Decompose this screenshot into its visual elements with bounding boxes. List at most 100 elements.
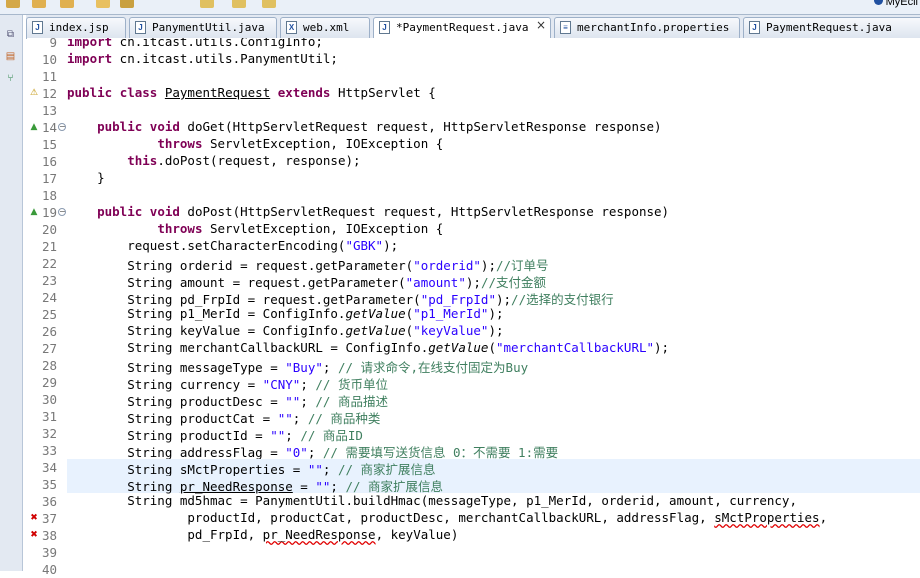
nav-arrow-icon[interactable] xyxy=(262,0,276,8)
override-marker-icon[interactable]: ▲ xyxy=(28,122,40,133)
code-token: "" xyxy=(285,394,301,409)
code-line[interactable]: import cn.itcast.utils.ConfigInfo; xyxy=(67,38,920,51)
code-token: cn.itcast.utils.ConfigInfo; xyxy=(112,38,323,49)
tab-merchantinfo-properties[interactable]: ≡ merchantInfo.properties xyxy=(554,17,740,38)
open-folder-icon[interactable] xyxy=(32,0,46,8)
code-line[interactable]: String productCat = ""; // 商品种类 xyxy=(67,408,920,426)
code-line[interactable]: String productId = ""; // 商品ID xyxy=(67,425,920,443)
code-line[interactable]: String currency = "CNY"; // 货币单位 xyxy=(67,374,920,392)
code-token: "amount" xyxy=(405,275,466,290)
code-line[interactable]: String keyValue = ConfigInfo.getValue("k… xyxy=(67,323,920,340)
code-token: cn.itcast.utils.PanymentUtil; xyxy=(112,51,338,66)
code-line[interactable]: throws ServletException, IOException { xyxy=(67,136,920,153)
code-token: import xyxy=(67,38,113,49)
code-line[interactable]: String orderid = request.getParameter("o… xyxy=(67,255,920,273)
code-line[interactable]: throws ServletException, IOException { xyxy=(67,221,920,238)
tab-label: PanymentUtil.java xyxy=(152,21,265,34)
code-line[interactable]: public class PaymentRequest extends Http… xyxy=(67,85,920,102)
code-line[interactable] xyxy=(67,544,920,561)
fold-toggle-icon[interactable]: − xyxy=(58,123,66,131)
run-dropdown-icon[interactable] xyxy=(120,0,134,8)
fold-toggle-icon[interactable]: − xyxy=(58,208,66,216)
code-token: extends xyxy=(277,85,331,100)
xml-file-icon: X xyxy=(286,21,297,34)
line-number: 30 xyxy=(41,392,57,407)
line-number: 18 xyxy=(41,188,57,203)
code-token: ServletException, IOException { xyxy=(202,136,444,151)
code-token: String merchantCallbackURL = ConfigInfo. xyxy=(67,340,429,355)
new-file-icon[interactable] xyxy=(6,0,20,8)
code-line[interactable]: String merchantCallbackURL = ConfigInfo.… xyxy=(67,340,920,357)
code-token: "" xyxy=(270,428,286,443)
code-token: void xyxy=(149,119,180,134)
code-token: doGet(HttpServletRequest request, HttpSe… xyxy=(179,119,662,134)
code-line[interactable] xyxy=(67,102,920,119)
code-token: pr_NeedResponse xyxy=(179,479,293,494)
java-file-icon: J xyxy=(135,21,146,34)
code-line[interactable]: } xyxy=(67,170,920,187)
code-token: ; xyxy=(330,479,346,494)
line-number: 39 xyxy=(41,545,57,560)
edit-pencil-icon[interactable] xyxy=(96,0,110,8)
code-token: // 商品种类 xyxy=(307,411,381,426)
code-line[interactable]: String sMctProperties = ""; // 商家扩展信息 xyxy=(67,459,920,477)
line-number: 32 xyxy=(41,426,57,441)
error-marker-icon[interactable]: ✖ xyxy=(28,513,40,524)
override-marker-icon[interactable]: ▲ xyxy=(28,207,40,218)
line-number: 21 xyxy=(41,239,57,254)
code-line[interactable]: import cn.itcast.utils.PanymentUtil; xyxy=(67,51,920,68)
code-line[interactable]: String pd_FrpId = request.getParameter("… xyxy=(67,289,920,307)
code-token: ); xyxy=(383,238,399,253)
code-token: ); xyxy=(488,323,504,338)
code-token: ); xyxy=(488,306,504,321)
tab-paymentrequest-java[interactable]: J *PaymentRequest.java × xyxy=(373,17,551,39)
code-token: this xyxy=(127,153,158,168)
code-token: ); xyxy=(465,275,481,290)
code-line[interactable]: String p1_MerId = ConfigInfo.getValue("p… xyxy=(67,306,920,323)
code-token: String messageType = xyxy=(67,360,286,375)
code-line[interactable]: String addressFlag = "0"; // 需要填写送货信息 0：… xyxy=(67,442,920,460)
line-number: 27 xyxy=(41,341,57,356)
myeclipse-icon xyxy=(873,0,883,5)
code-line[interactable]: this.doPost(request, response); xyxy=(67,153,920,170)
code-token: String sMctProperties = xyxy=(67,462,308,477)
warning-marker-icon[interactable]: ⚠ xyxy=(28,88,40,99)
code-token: "keyValue" xyxy=(413,323,489,338)
tab-paymentrequest-java[interactable]: J PaymentRequest.java xyxy=(743,17,920,38)
code-line[interactable] xyxy=(67,68,920,85)
code-token: sMctProperties xyxy=(714,510,820,525)
code-line[interactable]: String messageType = "Buy"; // 请求命令,在线支付… xyxy=(67,357,920,375)
code-token: , xyxy=(819,510,828,525)
code-line[interactable]: public void doGet(HttpServletRequest req… xyxy=(67,119,920,136)
workspace-label[interactable]: MyEcli xyxy=(873,0,918,8)
hierarchy-icon[interactable]: ⑂ xyxy=(4,73,17,85)
error-marker-icon[interactable]: ✖ xyxy=(28,530,40,541)
code-line[interactable]: String md5hmac = PanymentUtil.buildHmac(… xyxy=(67,493,920,510)
back-arrow-icon[interactable] xyxy=(200,0,214,8)
tab-web-xml[interactable]: Xweb.xml xyxy=(280,17,370,38)
code-line[interactable] xyxy=(67,561,920,571)
code-line[interactable]: String amount = request.getParameter("am… xyxy=(67,272,920,290)
code-line[interactable]: String productDesc = ""; // 商品描述 xyxy=(67,391,920,409)
code-token: // 商家扩展信息 xyxy=(345,479,444,494)
code-token: throws xyxy=(157,136,203,151)
line-number: 25 xyxy=(41,307,57,322)
code-editor[interactable]: import cn.itcast.utils.ConfigInfo; import… xyxy=(67,38,920,571)
save-folder-icon[interactable] xyxy=(60,0,74,8)
code-line[interactable]: request.setCharacterEncoding("GBK"); xyxy=(67,238,920,255)
package-explorer-icon[interactable]: ▤ xyxy=(4,51,17,63)
code-token: request.setCharacterEncoding( xyxy=(67,238,346,253)
code-line[interactable] xyxy=(67,187,920,204)
code-token: "CNY" xyxy=(262,377,301,392)
close-tab-icon[interactable]: × xyxy=(536,18,546,32)
tab-panymentutil-java[interactable]: J PanymentUtil.java xyxy=(129,17,277,38)
restore-icon[interactable]: ⧉ xyxy=(4,29,17,41)
code-line[interactable]: public void doPost(HttpServletRequest re… xyxy=(67,204,920,221)
code-token: getValue xyxy=(345,323,406,338)
code-line[interactable]: String pr_NeedResponse = ""; // 商家扩展信息 xyxy=(67,476,920,494)
code-line[interactable]: productId, productCat, productDesc, merc… xyxy=(67,510,920,527)
code-line[interactable]: pd_FrpId, pr_NeedResponse, keyValue) xyxy=(67,527,920,544)
forward-arrow-icon[interactable] xyxy=(232,0,246,8)
